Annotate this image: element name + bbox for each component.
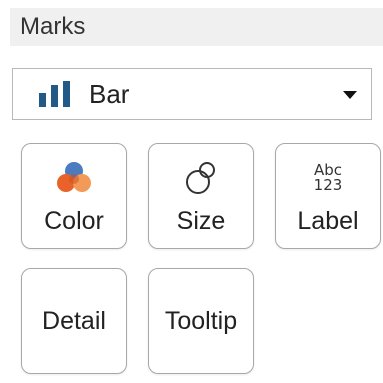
marks-title: Marks	[20, 13, 86, 40]
mark-type-dropdown[interactable]: Bar	[12, 68, 372, 120]
marks-header: Marks	[10, 8, 383, 46]
detail-label: Detail	[42, 306, 106, 335]
color-button[interactable]: Color	[21, 143, 127, 249]
chevron-down-icon[interactable]	[343, 91, 357, 99]
tooltip-button[interactable]: Tooltip	[148, 268, 254, 374]
label-button[interactable]: Abc 123 Label	[275, 143, 381, 249]
label-label: Label	[297, 207, 359, 235]
size-button[interactable]: Size	[148, 143, 254, 249]
tooltip-label: Tooltip	[164, 306, 238, 335]
color-circles-icon	[22, 158, 126, 198]
detail-button[interactable]: Detail	[21, 268, 127, 374]
bar-chart-icon	[39, 81, 79, 107]
size-circles-icon	[149, 158, 253, 198]
number-icon-text: 123	[313, 176, 343, 194]
size-label: Size	[176, 207, 226, 235]
mark-type-label: Bar	[89, 78, 130, 109]
abc-123-icon: Abc 123	[276, 158, 380, 198]
color-label: Color	[44, 207, 104, 235]
